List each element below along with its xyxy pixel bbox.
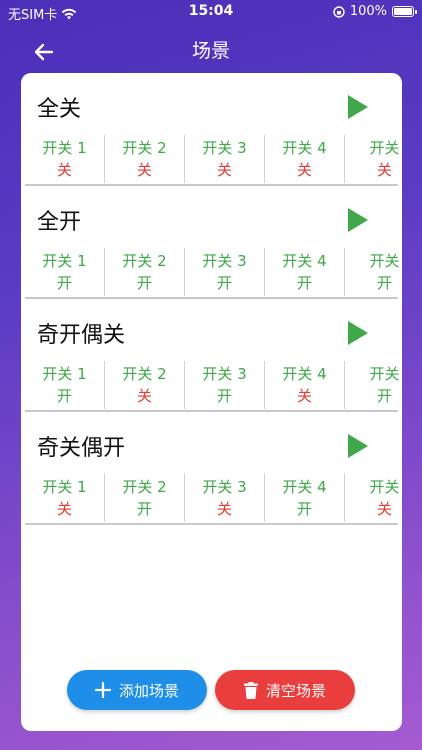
switch-label: 开关 3	[202, 252, 247, 270]
switch-label: 开关 4	[282, 478, 327, 496]
switch-cell[interactable]: 开关 4 开	[265, 474, 345, 522]
scene-name: 全关	[37, 97, 82, 122]
switch-cell[interactable]: 开关 4 关	[265, 135, 345, 183]
switch-row: 开关 1 关 开关 2 关 开关 3 关 开关 4 关 开关关	[25, 135, 402, 185]
play-icon[interactable]	[348, 434, 368, 458]
switch-cell[interactable]: 开关关	[345, 474, 402, 522]
switch-label: 开关 2	[122, 478, 167, 496]
switch-row: 开关 1 开 开关 2 关 开关 3 开 开关 4 关 开关开	[25, 361, 402, 411]
switch-state: 开	[376, 387, 392, 405]
switch-state: 关	[376, 500, 392, 518]
switch-label: 开关 4	[282, 252, 327, 270]
switch-cell[interactable]: 开关 4 关	[265, 361, 345, 409]
battery-percent: 100%	[349, 4, 387, 19]
switch-state: 开	[216, 387, 232, 405]
play-icon[interactable]	[348, 95, 368, 119]
switch-label: 开关 2	[122, 252, 167, 270]
switch-cell[interactable]: 开关 3 关	[185, 135, 265, 183]
switch-state: 开	[136, 500, 152, 518]
switch-label: 开关 1	[42, 139, 87, 157]
switch-cell[interactable]: 开关开	[345, 361, 402, 409]
switch-state: 开	[136, 274, 152, 292]
switch-state: 开	[216, 274, 232, 292]
switch-state: 开	[56, 387, 72, 405]
clear-scenes-label: 清空场景	[265, 681, 326, 700]
status-bar: 无SIM卡 15:04 100%	[0, 0, 422, 24]
switch-state: 关	[376, 161, 392, 179]
page-title: 场景	[191, 40, 230, 62]
switch-label: 开关 1	[42, 478, 87, 496]
switch-label: 开关 2	[122, 365, 167, 383]
switch-label: 开关 1	[42, 365, 87, 383]
switch-state: 开	[296, 274, 312, 292]
switch-label: 开关 2	[122, 139, 167, 157]
switch-cell[interactable]: 开关 1 关	[25, 474, 105, 522]
switch-cell[interactable]: 开关 2 关	[105, 135, 185, 183]
switch-label: 开关	[369, 139, 400, 157]
switch-label: 开关 1	[42, 252, 87, 270]
nav-bar: 场景	[0, 28, 422, 72]
scene-name: 奇关偶开	[37, 436, 126, 461]
switch-label: 开关	[369, 365, 400, 383]
switch-label: 开关	[369, 478, 400, 496]
switch-state: 关	[296, 161, 312, 179]
switch-label: 开关	[369, 252, 400, 270]
switch-cell[interactable]: 开关 1 开	[25, 248, 105, 296]
switch-state: 关	[216, 500, 232, 518]
switch-cell[interactable]: 开关 3 开	[185, 361, 265, 409]
switch-cell[interactable]: 开关关	[345, 135, 402, 183]
orientation-lock-icon	[333, 5, 345, 18]
switch-cell[interactable]: 开关 1 开	[25, 361, 105, 409]
scene-item[interactable]: 全开 开关 1 开 开关 2 开 开关 3 开 开关 4 开 开关开	[25, 186, 400, 299]
scene-item[interactable]: 奇关偶开 开关 1 关 开关 2 开 开关 3 关 开关 4 开 开关关	[25, 412, 400, 525]
status-right: 100%	[333, 4, 417, 19]
switch-state: 开	[296, 500, 312, 518]
switch-label: 开关 4	[282, 139, 327, 157]
switch-cell[interactable]: 开关 2 开	[105, 474, 185, 522]
scene-list: 全关 开关 1关 开关 2关 开关 3关 开关 4关 开关关 全开 开关 1开 …	[21, 73, 402, 525]
switch-state: 关	[296, 387, 312, 405]
plus-icon	[94, 682, 111, 698]
switch-label: 开关 3	[202, 365, 247, 383]
clear-scenes-button[interactable]: 清空场景	[215, 670, 355, 710]
switch-state: 关	[136, 387, 152, 405]
scene-name: 奇开偶关	[37, 323, 126, 348]
switch-cell[interactable]: 开关 4 开	[265, 248, 345, 296]
switch-cell[interactable]: 开关开	[345, 248, 402, 296]
switch-state: 关	[136, 161, 152, 179]
switch-row: 开关 1 开 开关 2 开 开关 3 开 开关 4 开 开关开	[25, 248, 402, 298]
switch-state: 关	[56, 500, 72, 518]
switch-state: 开	[376, 274, 392, 292]
add-scene-label: 添加场景	[118, 681, 179, 700]
scene-item[interactable]: 全关 开关 1 关 开关 2 关 开关 3 关 开关 4 关 开关关	[25, 73, 400, 186]
trash-icon	[243, 681, 258, 699]
play-icon[interactable]	[348, 208, 368, 232]
switch-state: 关	[56, 161, 72, 179]
switch-label: 开关 3	[202, 139, 247, 157]
scene-card: 全关 开关 1关 开关 2关 开关 3关 开关 4关 开关关 全开 开关 1开 …	[21, 73, 402, 731]
battery-icon	[392, 6, 417, 17]
switch-state: 开	[56, 274, 72, 292]
play-icon[interactable]	[348, 321, 368, 345]
switch-label: 开关 4	[282, 365, 327, 383]
add-scene-button[interactable]: 添加场景	[67, 670, 207, 710]
switch-state: 关	[216, 161, 232, 179]
switch-cell[interactable]: 开关 3 开	[185, 248, 265, 296]
switch-cell[interactable]: 开关 3 关	[185, 474, 265, 522]
switch-cell[interactable]: 开关 2 开	[105, 248, 185, 296]
switch-cell[interactable]: 开关 1 关	[25, 135, 105, 183]
switch-label: 开关 3	[202, 478, 247, 496]
scene-name: 全开	[37, 210, 82, 235]
scene-item[interactable]: 奇开偶关 开关 1 开 开关 2 关 开关 3 开 开关 4 关 开关开	[25, 299, 400, 412]
switch-row: 开关 1 关 开关 2 开 开关 3 关 开关 4 开 开关关	[25, 474, 402, 524]
switch-cell[interactable]: 开关 2 关	[105, 361, 185, 409]
